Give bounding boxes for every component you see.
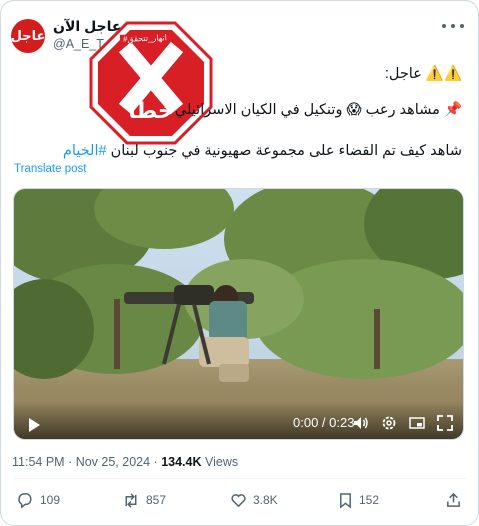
post-time[interactable]: 11:54 PM bbox=[12, 455, 65, 469]
repost-icon bbox=[125, 492, 137, 508]
divider bbox=[13, 478, 466, 479]
post-line-1: ⚠️⚠️ عاجل: bbox=[384, 66, 462, 82]
heart-icon bbox=[231, 493, 246, 507]
picture-in-picture-icon[interactable] bbox=[409, 415, 425, 431]
reply-icon bbox=[18, 492, 32, 509]
share-button[interactable] bbox=[445, 491, 468, 509]
tweet-card: عاجل عاجل الآن @A_E_T_er #انهار_تتحقق خط… bbox=[0, 0, 479, 526]
views-count: 134.4K bbox=[161, 455, 202, 469]
volume-icon[interactable] bbox=[353, 415, 369, 431]
post-date[interactable]: Nov 25, 2024 bbox=[76, 455, 150, 469]
play-icon[interactable] bbox=[26, 417, 42, 433]
translate-post-link[interactable]: Translate post bbox=[14, 163, 86, 175]
post-line-3-text: شاهد كيف تم القضاء على مجموعة صهيونية في… bbox=[106, 143, 462, 159]
bookmark-button[interactable]: 152 bbox=[338, 491, 379, 509]
bookmark-count: 152 bbox=[359, 493, 380, 507]
post-line-3: شاهد كيف تم القضاء على مجموعة صهيونية في… bbox=[63, 143, 462, 159]
stamp-tag: #انهار_تتحقق bbox=[119, 33, 171, 44]
settings-gear-icon[interactable] bbox=[381, 415, 397, 431]
more-options-icon[interactable] bbox=[442, 19, 464, 33]
share-icon bbox=[447, 492, 460, 507]
meta-separator: · bbox=[68, 455, 76, 469]
bookmark-icon bbox=[340, 492, 351, 509]
avatar[interactable]: عاجل bbox=[11, 19, 45, 53]
like-button[interactable]: 3.8K bbox=[230, 491, 278, 509]
post-line-2: 📌 مشاهد رعب 😱 وتنكيل في الكيان الاسرائيل… bbox=[174, 102, 462, 118]
views-label: Views bbox=[204, 455, 239, 469]
post-meta: 11:54 PM · Nov 25, 2024 · 134.4K Views bbox=[12, 455, 238, 469]
like-count: 3.8K bbox=[253, 493, 278, 507]
fullscreen-icon[interactable] bbox=[437, 415, 453, 431]
hashtag-link[interactable]: #الخيام bbox=[63, 143, 107, 159]
reply-button[interactable]: 109 bbox=[17, 491, 60, 509]
video-player[interactable]: 0:00 / 0:23 bbox=[13, 188, 464, 440]
repost-count: 857 bbox=[146, 493, 167, 507]
reply-count: 109 bbox=[40, 493, 61, 507]
repost-button[interactable]: 857 bbox=[122, 491, 166, 509]
video-timecode: 0:00 / 0:23 bbox=[293, 415, 355, 430]
